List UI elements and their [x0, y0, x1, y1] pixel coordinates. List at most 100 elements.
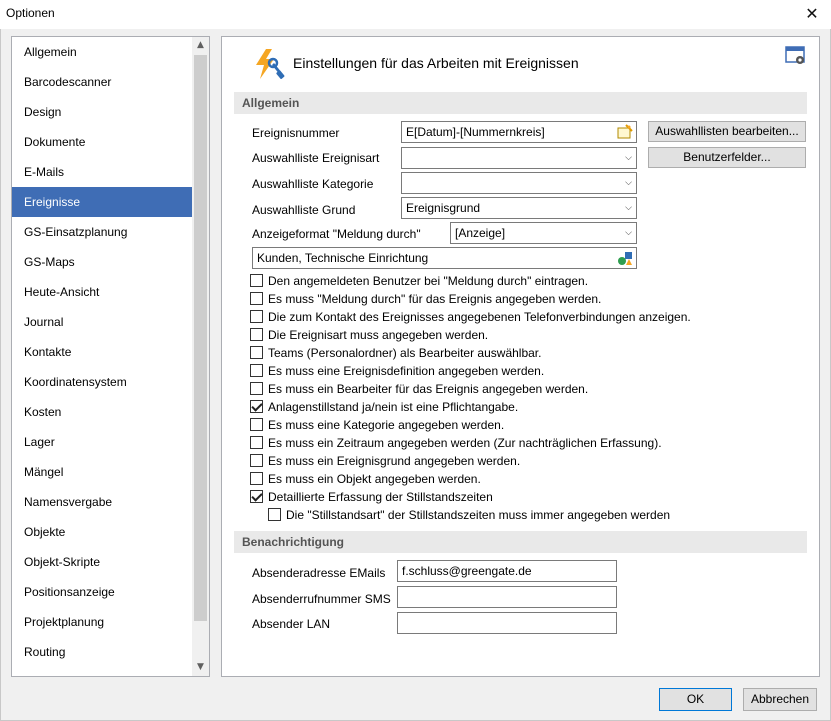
checkbox-label: Anlagenstillstand ja/nein ist eine Pflic… [268, 399, 519, 414]
ereignisart-label: Auswahlliste Ereignisart [252, 151, 380, 165]
ereignisnummer-field[interactable]: E[Datum]-[Nummernkreis] [401, 121, 637, 143]
checkbox-label: Es muss ein Objekt angegeben werden. [268, 471, 481, 486]
page-title: Einstellungen für das Arbeiten mit Ereig… [293, 55, 579, 71]
checkbox-label: Es muss ein Bearbeiter für das Ereignis … [268, 381, 589, 396]
checkbox-label: Die Ereignisart muss angegeben werden. [268, 327, 489, 342]
sidebar-item-positionsanzeige[interactable]: Positionsanzeige [12, 577, 193, 607]
checkbox[interactable] [268, 508, 281, 521]
checkbox-label: Es muss "Meldung durch" für das Ereignis… [268, 291, 602, 306]
kontakttypen-field[interactable]: Kunden, Technische Einrichtung [252, 247, 637, 269]
close-icon[interactable]: ✕ [801, 3, 823, 25]
sidebar-item-design[interactable]: Design [12, 97, 193, 127]
scroll-down-icon[interactable]: ▼ [192, 659, 209, 676]
sidebar-item-objekt-skripte[interactable]: Objekt-Skripte [12, 547, 193, 577]
grund-label: Auswahlliste Grund [252, 203, 356, 217]
sidebar-item-kosten[interactable]: Kosten [12, 397, 193, 427]
ok-button[interactable]: OK [659, 688, 732, 711]
option-checkbox-row[interactable]: Teams (Personalordner) als Bearbeiter au… [250, 344, 541, 361]
checkbox[interactable] [250, 364, 263, 377]
chevron-down-icon: ⌵ [625, 178, 632, 188]
sidebar-item-mängel[interactable]: Mängel [12, 457, 193, 487]
section-benachrichtigung: Benachrichtigung [234, 531, 807, 553]
checkbox-label: Den angemeldeten Benutzer bei "Meldung d… [268, 273, 589, 288]
anzeigeformat-value: [Anzeige] [455, 226, 506, 240]
anzeigeformat-select[interactable]: [Anzeige] ⌵ [450, 222, 637, 244]
option-checkbox-row[interactable]: Es muss "Meldung durch" für das Ereignis… [250, 290, 601, 307]
chevron-down-icon: ⌵ [625, 203, 632, 213]
option-checkbox-row[interactable]: Es muss ein Ereignisgrund angegeben werd… [250, 452, 520, 469]
checkbox[interactable] [250, 310, 263, 323]
email-sender-value: f.schluss@greengate.de [402, 564, 532, 578]
ereignisart-select[interactable]: ⌵ [401, 147, 637, 169]
sidebar: Allgemein Barcodescanner Design Dokumente E-… [11, 36, 210, 677]
sidebar-item-koordinatensystem[interactable]: Koordinatensystem [12, 367, 193, 397]
grund-select[interactable]: Ereignisgrund ⌵ [401, 197, 637, 219]
sidebar-item-dokumente[interactable]: Dokumente [12, 127, 193, 157]
checkbox-label: Teams (Personalordner) als Bearbeiter au… [268, 345, 542, 360]
checkbox[interactable] [250, 472, 263, 485]
benutzerfelder-button[interactable]: Benutzerfelder... [648, 147, 806, 168]
checkbox[interactable] [250, 292, 263, 305]
checkbox-label: Es muss eine Ereignisdefinition angegebe… [268, 363, 545, 378]
option-checkbox-row[interactable]: Es muss eine Ereignisdefinition angegebe… [250, 362, 544, 379]
checkbox[interactable] [250, 346, 263, 359]
option-checkbox-row[interactable]: Es muss ein Bearbeiter für das Ereignis … [250, 380, 588, 397]
scroll-up-icon[interactable]: ▲ [192, 37, 209, 54]
option-checkbox-row[interactable]: Den angemeldeten Benutzer bei "Meldung d… [250, 272, 588, 289]
window-settings-icon[interactable] [785, 45, 807, 67]
option-checkbox-row[interactable]: Anlagenstillstand ja/nein ist eine Pflic… [250, 398, 518, 415]
option-checkbox-row[interactable]: Es muss eine Kategorie angegeben werden. [250, 416, 504, 433]
sidebar-item-lager[interactable]: Lager [12, 427, 193, 457]
checkbox[interactable] [250, 454, 263, 467]
sidebar-item-gs-maps[interactable]: GS-Maps [12, 247, 193, 277]
sidebar-item-heute-ansicht[interactable]: Heute-Ansicht [12, 277, 193, 307]
option-checkbox-row[interactable]: Detaillierte Erfassung der Stillstandsze… [250, 488, 493, 505]
sidebar-item-kontakte[interactable]: Kontakte [12, 337, 193, 367]
auswahllisten-bearbeiten-button[interactable]: Auswahllisten bearbeiten... [648, 121, 806, 142]
email-sender-field[interactable]: f.schluss@greengate.de [397, 560, 617, 582]
sidebar-scrollbar[interactable]: ▲ ▼ [192, 37, 209, 676]
sidebar-item-e-mails[interactable]: E-Mails [12, 157, 193, 187]
contact-types-icon[interactable] [617, 250, 633, 266]
sidebar-item-projektplanung[interactable]: Projektplanung [12, 607, 193, 637]
lan-sender-label: Absender LAN [252, 617, 331, 631]
sms-sender-field[interactable] [397, 586, 617, 608]
section-allgemein: Allgemein [234, 92, 807, 114]
sidebar-item-journal[interactable]: Journal [12, 307, 193, 337]
option-checkbox-row[interactable]: Die "Stillstandsart" der Stillstandszeit… [268, 506, 670, 523]
title-bar: Optionen ✕ [0, 0, 831, 29]
window-title: Optionen [6, 6, 55, 20]
kontakttypen-value: Kunden, Technische Einrichtung [257, 251, 429, 265]
scroll-thumb[interactable] [194, 55, 207, 621]
option-checkbox-row[interactable]: Die zum Kontakt des Ereignisses angegebe… [250, 308, 691, 325]
sidebar-item-allgemein[interactable]: Allgemein [12, 37, 193, 67]
grund-value: Ereignisgrund [406, 201, 481, 215]
checkbox-label: Es muss ein Ereignisgrund angegeben werd… [268, 453, 521, 468]
checkbox-label: Detaillierte Erfassung der Stillstandsze… [268, 489, 493, 504]
checkbox[interactable] [250, 400, 263, 413]
kategorie-select[interactable]: ⌵ [401, 172, 637, 194]
checkbox[interactable] [250, 274, 263, 287]
option-checkbox-row[interactable]: Es muss ein Zeitraum angegeben werden (Z… [250, 434, 662, 451]
option-checkbox-row[interactable]: Es muss ein Objekt angegeben werden. [250, 470, 481, 487]
checkbox[interactable] [250, 436, 263, 449]
checkbox[interactable] [250, 382, 263, 395]
checkbox[interactable] [250, 328, 263, 341]
sidebar-item-namensvergabe[interactable]: Namensvergabe [12, 487, 193, 517]
checkbox[interactable] [250, 418, 263, 431]
cancel-button[interactable]: Abbrechen [743, 688, 817, 711]
sidebar-list: Allgemein Barcodescanner Design Dokumente E-… [12, 37, 193, 667]
edit-format-icon[interactable] [617, 124, 633, 140]
sidebar-item-objekte[interactable]: Objekte [12, 517, 193, 547]
lan-sender-field[interactable] [397, 612, 617, 634]
sidebar-item-ereignisse[interactable]: Ereignisse [12, 187, 193, 217]
ereignisnummer-label: Ereignisnummer [252, 126, 340, 140]
sidebar-item-routing[interactable]: Routing [12, 637, 193, 667]
sidebar-item-barcodescanner[interactable]: Barcodescanner [12, 67, 193, 97]
checkbox-label: Die "Stillstandsart" der Stillstandszeit… [286, 507, 671, 522]
anzeigeformat-label: Anzeigeformat "Meldung durch" [252, 227, 421, 241]
sidebar-item-gs-einsatzplanung[interactable]: GS-Einsatzplanung [12, 217, 193, 247]
ereignisnummer-value: E[Datum]-[Nummernkreis] [406, 125, 545, 139]
checkbox[interactable] [250, 490, 263, 503]
option-checkbox-row[interactable]: Die Ereignisart muss angegeben werden. [250, 326, 488, 343]
